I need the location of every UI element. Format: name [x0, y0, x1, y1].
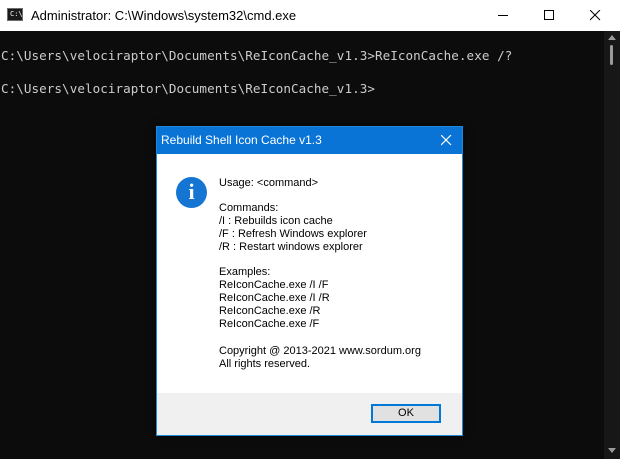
- close-icon: [590, 10, 601, 21]
- info-icon: i: [176, 177, 207, 208]
- command-item: /I : Rebuilds icon cache: [219, 215, 333, 227]
- info-icon-glyph: i: [188, 179, 195, 204]
- scroll-thumb[interactable]: [610, 45, 613, 65]
- cmd-app-icon[interactable]: C:\.: [7, 8, 27, 21]
- command-item: /F : Refresh Windows explorer: [219, 228, 367, 240]
- minimize-icon: [498, 15, 508, 16]
- console-line: C:\Users\velociraptor\Documents\ReIconCa…: [1, 81, 375, 96]
- command-item: /R : Restart windows explorer: [219, 241, 363, 253]
- scroll-down-arrow[interactable]: [608, 448, 616, 453]
- vertical-scrollbar[interactable]: [604, 31, 620, 459]
- example-item: ReIconCache.exe /F: [219, 318, 320, 330]
- example-item: ReIconCache.exe /I /R: [219, 292, 330, 304]
- maximize-icon: [544, 10, 554, 20]
- examples-header: Examples:: [219, 266, 271, 278]
- close-button[interactable]: [573, 0, 619, 31]
- dialog-titlebar[interactable]: Rebuild Shell Icon Cache v1.3: [157, 127, 462, 154]
- scroll-up-arrow[interactable]: [608, 35, 616, 40]
- rights-text: All rights reserved.: [219, 358, 311, 370]
- example-item: ReIconCache.exe /R: [219, 305, 321, 317]
- close-icon: [441, 135, 452, 146]
- window-title: Administrator: C:\Windows\system32\cmd.e…: [31, 8, 297, 23]
- minimize-button[interactable]: [481, 0, 527, 31]
- dialog-close-button[interactable]: [434, 130, 458, 151]
- example-item: ReIconCache.exe /I /F: [219, 279, 329, 291]
- message-dialog: Rebuild Shell Icon Cache v1.3 i Usage: <…: [156, 126, 463, 436]
- app-icon-label: C:\.: [10, 10, 27, 18]
- window-titlebar[interactable]: C:\. Administrator: C:\Windows\system32\…: [0, 0, 620, 31]
- dialog-title: Rebuild Shell Icon Cache v1.3: [161, 133, 322, 147]
- dialog-footer: OK: [157, 393, 462, 435]
- maximize-button[interactable]: [527, 0, 573, 31]
- ok-button[interactable]: OK: [371, 404, 441, 423]
- dialog-body: i Usage: <command> Commands: /I : Rebuil…: [157, 154, 462, 393]
- usage-text: Usage: <command>: [219, 177, 319, 189]
- console-line: C:\Users\velociraptor\Documents\ReIconCa…: [1, 48, 513, 63]
- commands-header: Commands:: [219, 202, 279, 214]
- copyright-text: Copyright @ 2013-2021 www.sordum.org: [219, 345, 421, 357]
